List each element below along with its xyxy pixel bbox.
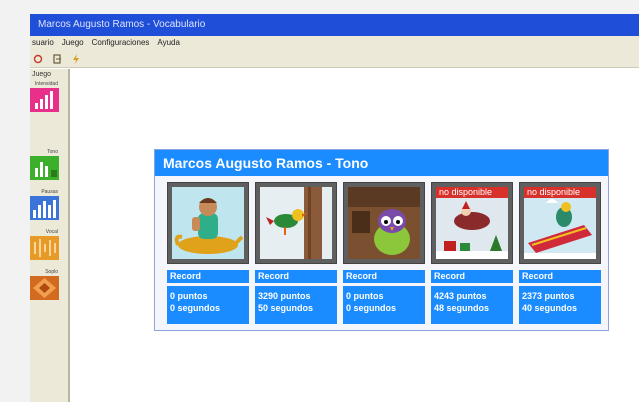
game-thumbnail[interactable]: no disponible [431, 182, 513, 264]
record-score: 4243 puntos 48 segundos [431, 286, 513, 324]
sidebar-item-pausas[interactable]: Pausas [30, 189, 60, 220]
diamond-icon [30, 276, 59, 300]
record-seconds: 50 segundos [258, 303, 314, 313]
sidebar-item-label: Tono [47, 149, 58, 155]
sidebar-header: Juego [32, 71, 52, 78]
genie-scene [172, 187, 244, 259]
game-thumbnail[interactable] [255, 182, 337, 264]
record-seconds: 0 segundos [170, 303, 221, 313]
owl-scene [348, 187, 420, 259]
record-score: 3290 puntos 50 segundos [255, 286, 337, 324]
record-points: 0 puntos [170, 291, 208, 301]
record-label: Record [255, 270, 337, 283]
dialog-title: Marcos Augusto Ramos - Tono [155, 150, 608, 176]
game-thumbnail[interactable] [167, 182, 249, 264]
menu-configuraciones[interactable]: Configuraciones [92, 36, 150, 50]
sidebar-item-vocal[interactable]: Vocal [30, 229, 60, 260]
game-thumbnail[interactable]: no disponible [519, 182, 601, 264]
game-sidebar: Juego Intensidad Tono Pausas Vocal Soplo [30, 69, 70, 402]
record-points: 3290 puntos [258, 291, 311, 301]
record-seconds: 0 segundos [346, 303, 397, 313]
not-available-badge: no disponible [436, 187, 508, 198]
record-score: 2373 puntos 40 segundos [519, 286, 601, 324]
record-seconds: 48 segundos [434, 303, 490, 313]
sidebar-item-label: Pausas [41, 189, 58, 195]
menu-juego[interactable]: Juego [62, 36, 84, 50]
sidebar-item-soplo[interactable]: Soplo [30, 269, 60, 300]
record-seconds: 40 segundos [522, 303, 578, 313]
game-thumbnail[interactable] [343, 182, 425, 264]
sidebar-item-intensidad[interactable]: Intensidad [30, 81, 60, 112]
scores-dialog: Marcos Augusto Ramos - Tono Record 0 pun… [154, 149, 609, 331]
blue-bars-icon [30, 196, 59, 220]
exit-icon[interactable] [51, 53, 63, 65]
open-icon[interactable] [32, 53, 44, 65]
record-label: Record [431, 270, 513, 283]
pink-bars-icon [30, 88, 59, 112]
green-bars-icon [30, 156, 59, 180]
record-points: 0 puntos [346, 291, 384, 301]
record-label: Record [519, 270, 601, 283]
record-label: Record [167, 270, 249, 283]
record-points: 2373 puntos [522, 291, 575, 301]
sidebar-item-tono[interactable]: Tono [30, 149, 60, 180]
menu-ayuda[interactable]: Ayuda [157, 36, 180, 50]
lightning-icon[interactable] [70, 53, 82, 65]
toolbar [30, 50, 639, 68]
menu-usuario[interactable]: suario [32, 36, 54, 50]
record-label: Record [343, 270, 425, 283]
record-score: 0 puntos 0 segundos [343, 286, 425, 324]
record-points: 4243 puntos [434, 291, 487, 301]
sidebar-item-label: Intensidad [34, 81, 58, 87]
menu-bar: suario Juego Configuraciones Ayuda [30, 36, 639, 50]
woodpecker-scene [260, 187, 332, 259]
sidebar-item-label: Vocal [45, 229, 58, 235]
orange-wave-icon [30, 236, 59, 260]
record-score: 0 puntos 0 segundos [167, 286, 249, 324]
not-available-badge: no disponible [524, 187, 596, 198]
sidebar-item-label: Soplo [45, 269, 58, 275]
window-titlebar: Marcos Augusto Ramos - Vocabulario [30, 14, 639, 36]
